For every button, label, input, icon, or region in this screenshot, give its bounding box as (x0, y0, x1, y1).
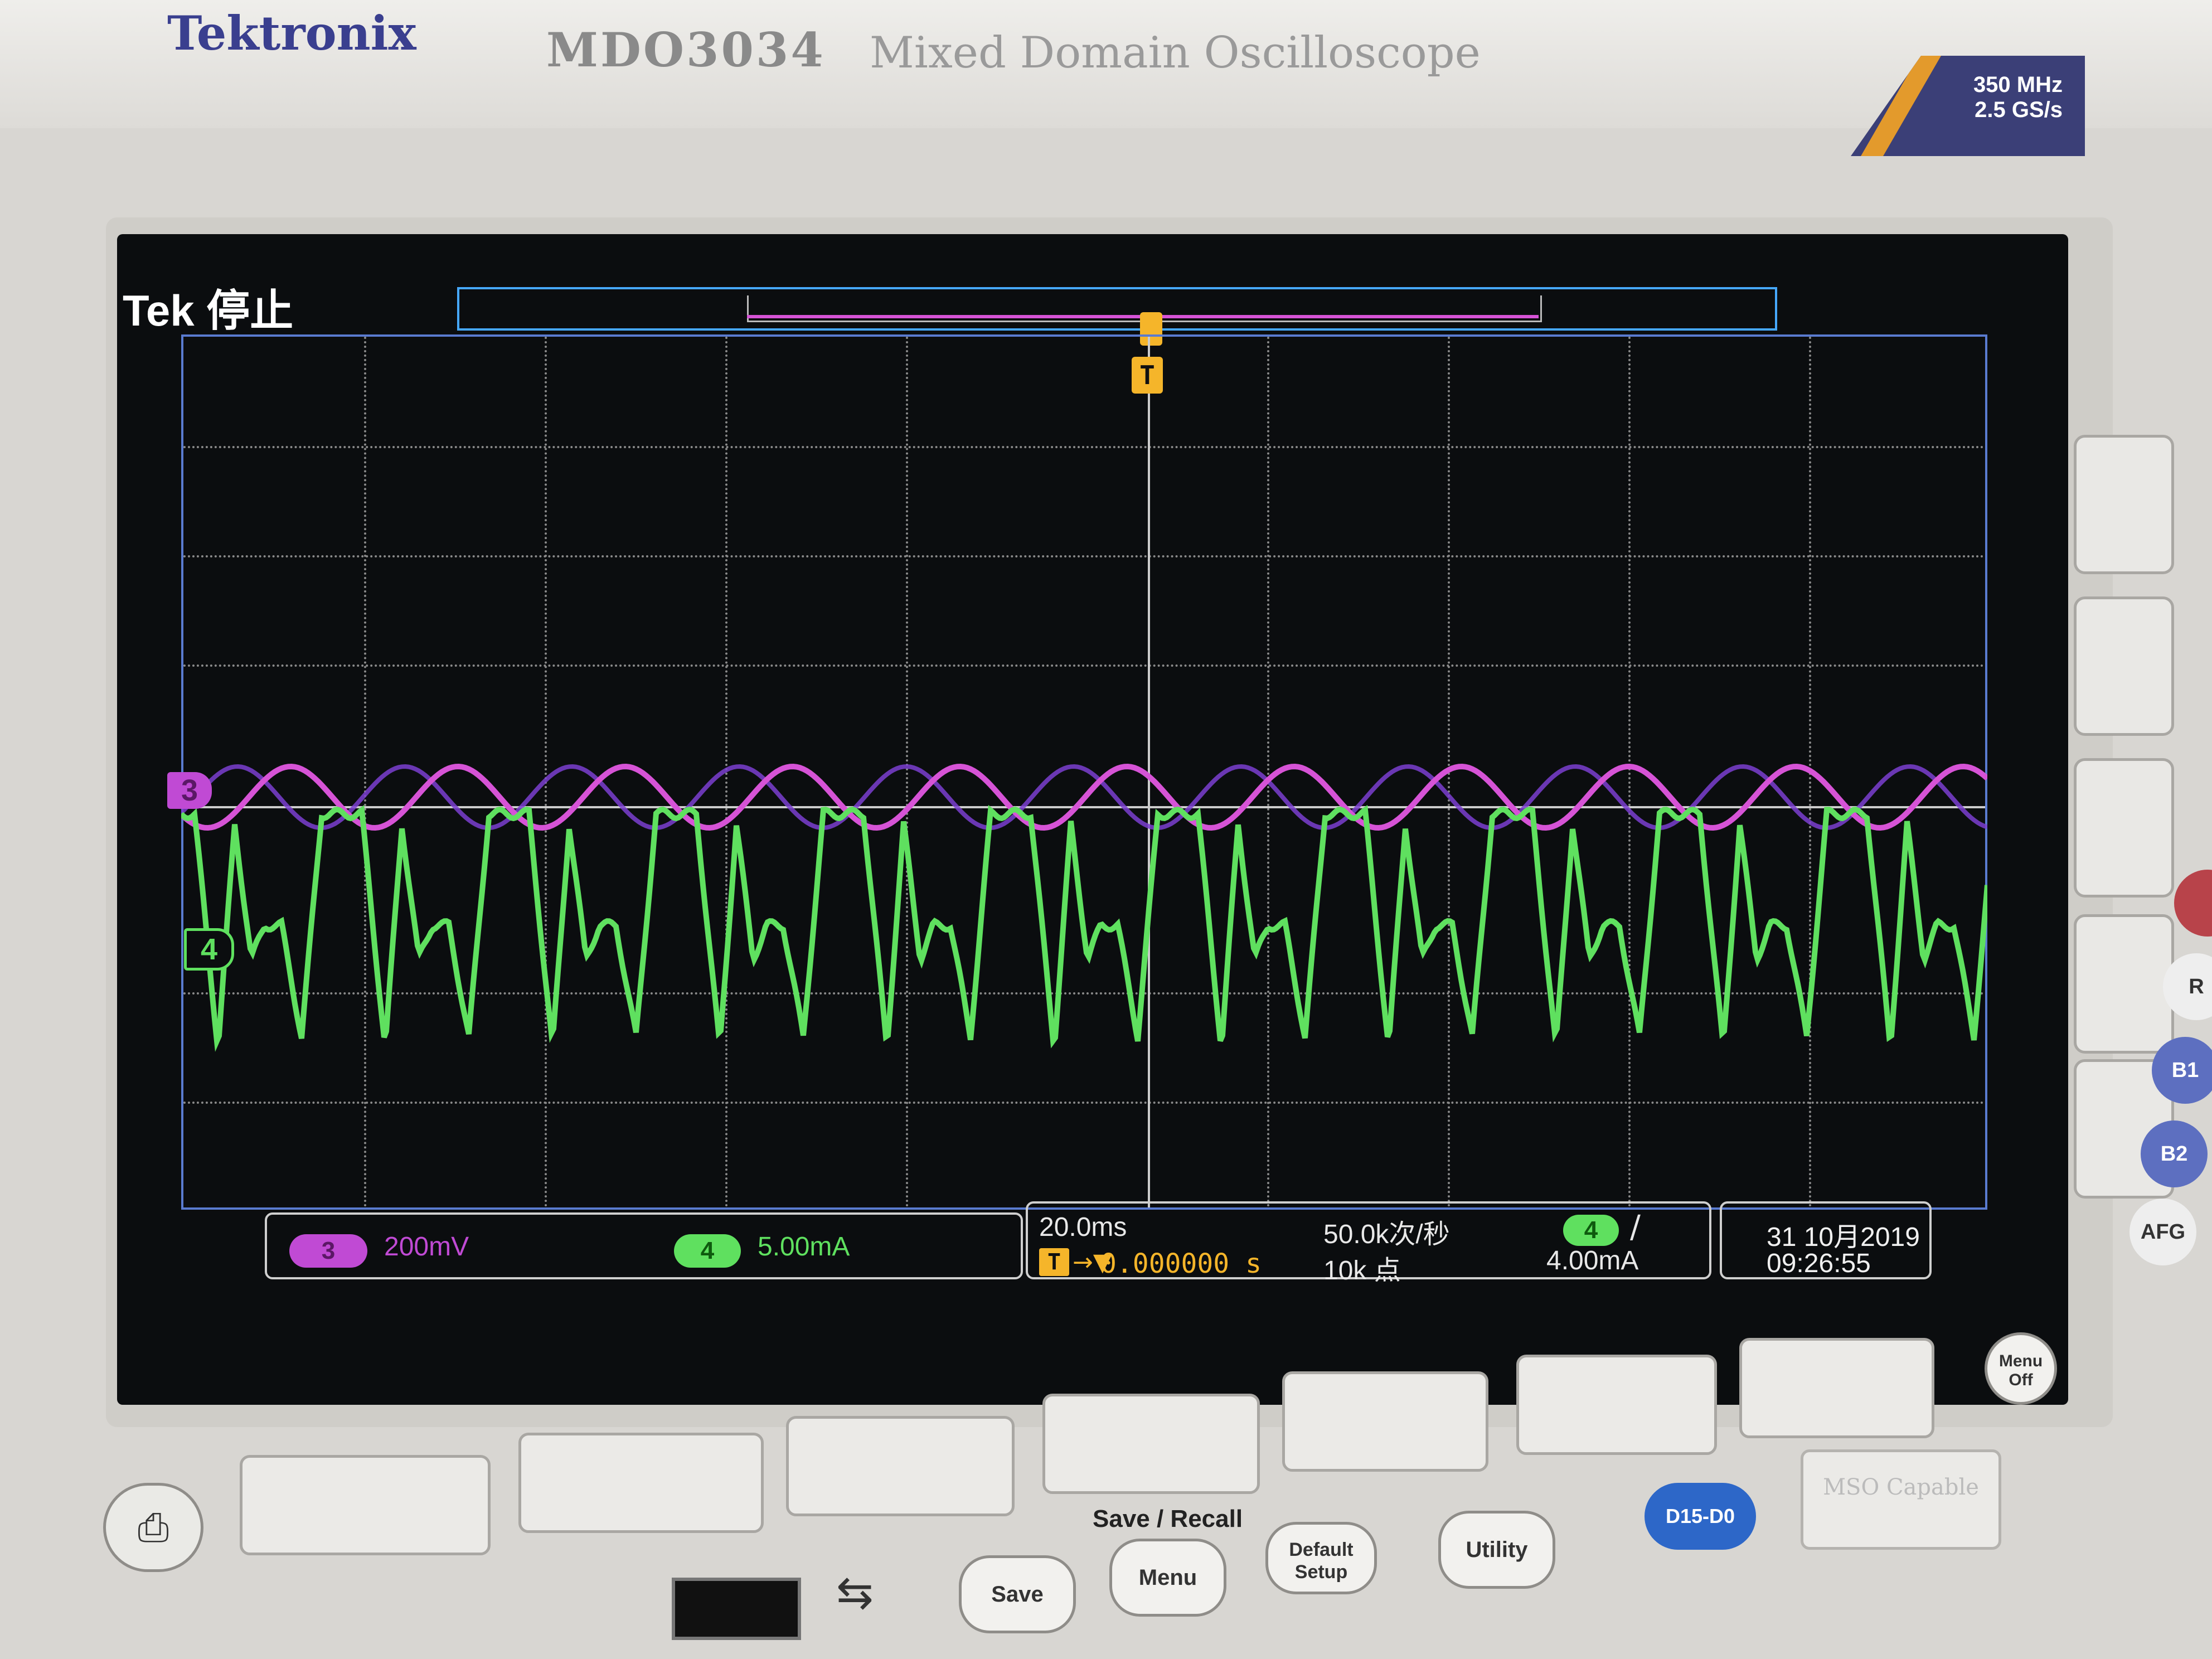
save-recall-label: Save / Recall (1093, 1505, 1243, 1532)
bottom-menu-button-4[interactable] (1042, 1394, 1260, 1494)
trigger-position-marker[interactable]: T (1132, 357, 1163, 394)
side-menu-button-3[interactable] (2074, 758, 2174, 898)
channel-readout: 3 200mV 4 5.00mA (265, 1212, 1023, 1279)
record-length: 10k 点 (1323, 1256, 1401, 1286)
trigger-position-value: 0.000000 s (1100, 1248, 1262, 1279)
print-icon[interactable]: ⎙ (103, 1483, 203, 1572)
mso-capable-badge: MSO Capable (1801, 1449, 2001, 1550)
b1-button[interactable]: B1 (2152, 1037, 2212, 1104)
usb-port (672, 1578, 801, 1640)
b2-button[interactable]: B2 (2141, 1120, 2208, 1187)
brand-logo: Tektronix (167, 6, 416, 61)
timebase-scale: 20.0ms (1039, 1212, 1127, 1242)
ch4-badge[interactable]: 4 (674, 1234, 741, 1268)
rising-edge-icon: / (1630, 1209, 1641, 1245)
ch4-ground-marker[interactable]: 4 (184, 928, 234, 971)
d15-d0-button[interactable]: D15-D0 (1645, 1483, 1756, 1550)
usb-icon: ⇆ (836, 1566, 874, 1618)
datetime-readout: 31 10月2019 09:26:55 (1720, 1201, 1932, 1279)
default-setup-button[interactable]: Default Setup (1265, 1522, 1377, 1594)
ch3-waveform (181, 763, 1987, 831)
ch4-waveform (181, 804, 1987, 1052)
bottom-menu-button-2[interactable] (518, 1433, 764, 1533)
instrument-header: Tektronix MDO3034 Mixed Domain Oscillosc… (0, 0, 2212, 128)
bottom-menu-button-5[interactable] (1282, 1371, 1488, 1472)
timebase-readout: 20.0ms T →▼ 0.000000 s 50.0k次/秒 10k 点 4 … (1026, 1201, 1711, 1286)
bottom-menu-button-3[interactable] (786, 1416, 1015, 1516)
menu-off-button[interactable]: Menu Off (1985, 1332, 2057, 1405)
afg-button[interactable]: AFG (2129, 1199, 2196, 1265)
ch3-scale: 200mV (384, 1232, 469, 1262)
trigger-position-icon: T (1039, 1248, 1069, 1276)
model-number: MDO3034 (546, 22, 826, 77)
ch3-badge[interactable]: 3 (289, 1234, 367, 1268)
utility-button[interactable]: Utility (1438, 1511, 1555, 1589)
menu-button[interactable]: Menu (1109, 1539, 1226, 1617)
ch4-scale: 5.00mA (758, 1232, 850, 1262)
waveform-display (181, 763, 1987, 1052)
instrument-description: Mixed Domain Oscilloscope (870, 28, 1481, 78)
side-menu-button-1[interactable] (2074, 435, 2174, 574)
bottom-menu-button-7[interactable] (1739, 1338, 1934, 1438)
bottom-menu-button-1[interactable] (240, 1455, 491, 1555)
trigger-source-badge: 4 (1563, 1215, 1619, 1246)
bottom-menu-button-6[interactable] (1516, 1355, 1717, 1455)
ch-button-red[interactable] (2174, 870, 2212, 937)
acquisition-status: Tek 停止 (123, 286, 294, 335)
sample-rate: 50.0k次/秒 (1323, 1220, 1450, 1249)
save-button[interactable]: Save (959, 1555, 1076, 1633)
ch3-ground-marker[interactable]: 3 (167, 772, 212, 809)
trigger-level: 4.00mA (1546, 1246, 1639, 1275)
side-menu-button-4[interactable] (2074, 914, 2174, 1054)
side-menu-button-2[interactable] (2074, 596, 2174, 736)
time: 09:26:55 (1767, 1249, 1871, 1278)
